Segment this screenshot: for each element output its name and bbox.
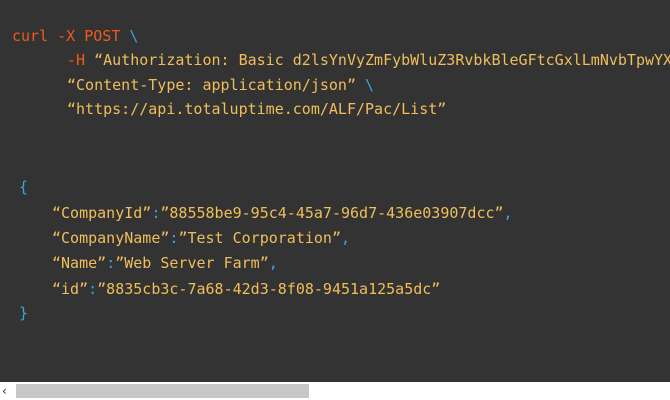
url-line: “https://api.totaluptime.com/ALF/Pac/Lis… bbox=[67, 99, 446, 119]
authorization-header: “Authorization: Basic d2lsYnVyZmFybWluZ3… bbox=[85, 51, 670, 69]
json-colon: : bbox=[88, 280, 98, 298]
auth-header-line: -H “Authorization: Basic d2lsYnVyZmFybWl… bbox=[67, 50, 670, 70]
json-key: “CompanyId” bbox=[52, 204, 152, 222]
line-continuation: \ bbox=[355, 76, 375, 94]
json-value: ”Web Server Farm” bbox=[115, 254, 269, 272]
json-field-company-id: “CompanyId”:”88558be9-95c4-45a7-96d7-436… bbox=[52, 203, 513, 223]
json-key: “CompanyName” bbox=[52, 229, 170, 247]
json-comma: , bbox=[268, 254, 278, 272]
scroll-left-arrow-icon[interactable]: ‹ bbox=[2, 384, 14, 398]
content-type-line: “Content-Type: application/json” \ bbox=[67, 75, 374, 95]
line-continuation: \ bbox=[120, 27, 139, 45]
content-type-header: “Content-Type: application/json” bbox=[67, 76, 356, 94]
json-comma: , bbox=[341, 229, 351, 247]
json-value: ”Test Corporation” bbox=[178, 229, 341, 247]
json-close-brace: } bbox=[19, 304, 29, 322]
code-block: curl -X POST \ -H “Authorization: Basic … bbox=[0, 0, 670, 382]
json-comma: , bbox=[503, 204, 513, 222]
json-value: ”8835cb3c-7a68-42d3-8f08-9451a125a5dc” bbox=[97, 280, 441, 298]
json-field-id: “id”:”8835cb3c-7a68-42d3-8f08-9451a125a5… bbox=[52, 279, 440, 299]
curl-command-line: curl -X POST \ bbox=[12, 26, 138, 46]
request-url: “https://api.totaluptime.com/ALF/Pac/Lis… bbox=[67, 100, 447, 118]
json-colon: : bbox=[106, 254, 116, 272]
scrollbar-thumb[interactable] bbox=[16, 384, 309, 398]
json-open-brace: { bbox=[19, 178, 29, 196]
json-key: “Name” bbox=[52, 254, 107, 272]
json-key: “id” bbox=[52, 280, 89, 298]
curl-command: curl -X POST bbox=[12, 27, 121, 45]
json-field-name: “Name”:”Web Server Farm”, bbox=[52, 253, 278, 273]
json-value: ”88558be9-95c4-45a7-96d7-436e03907dcc” bbox=[160, 204, 504, 222]
header-flag: -H bbox=[67, 51, 86, 69]
horizontal-scrollbar[interactable]: ‹ bbox=[0, 382, 670, 400]
json-field-company-name: “CompanyName”:”Test Corporation”, bbox=[52, 228, 350, 248]
